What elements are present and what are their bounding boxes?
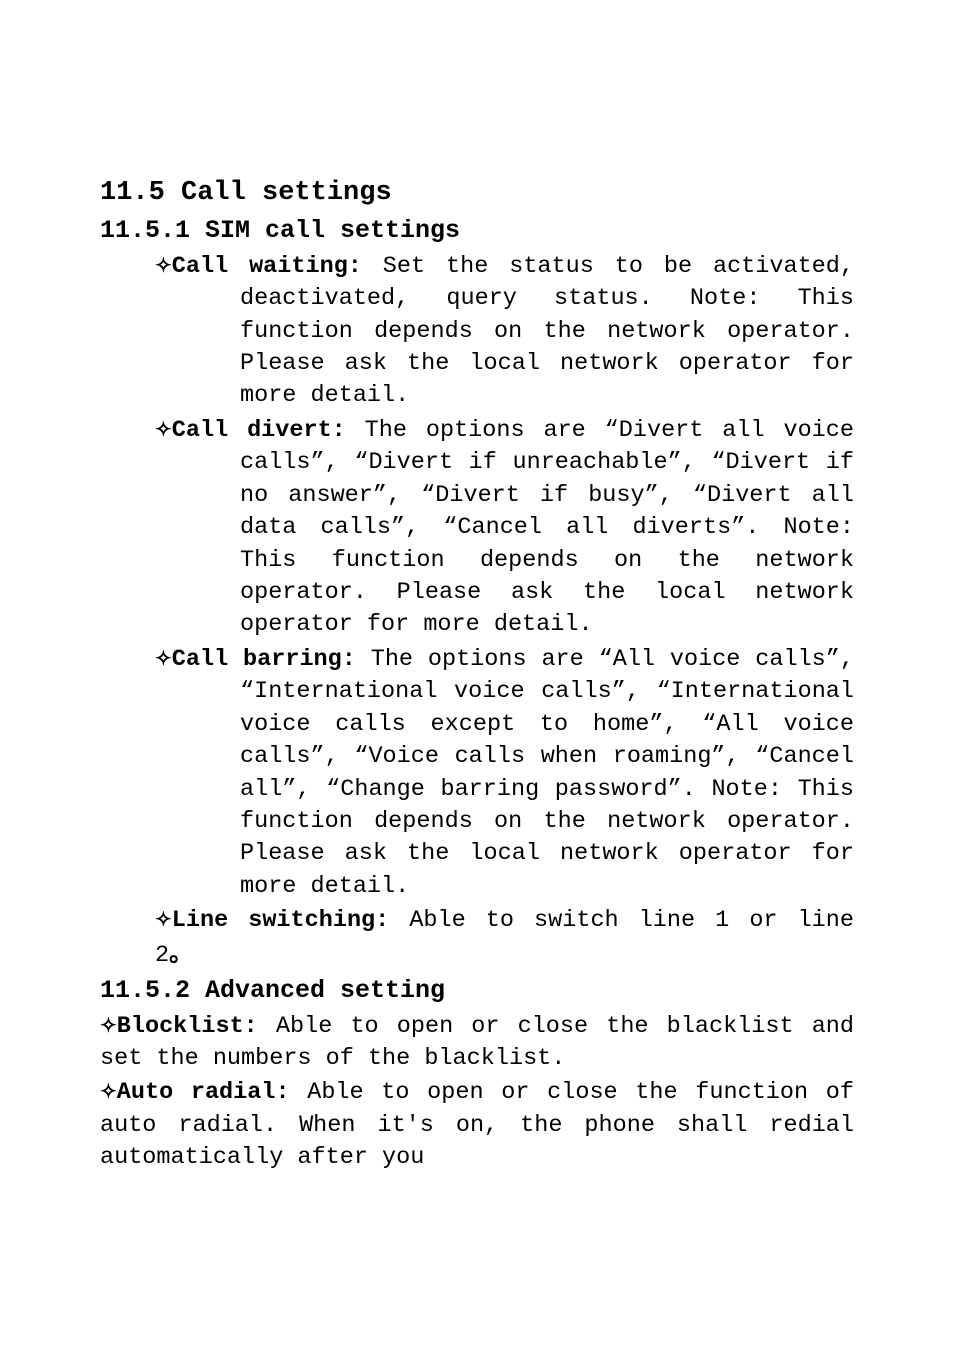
item-line-switching: ✧Line switching: Able to switch line 1 o… bbox=[100, 905, 854, 972]
sep: , bbox=[296, 776, 326, 803]
item-auto-radial: ✧Auto radial: Able to open or close the … bbox=[100, 1077, 854, 1174]
opt-bar-all-voice: “All voice calls” bbox=[599, 646, 840, 673]
text-call-divert-pre: The options are bbox=[346, 417, 605, 444]
item-call-divert: ✧Call divert: The options are “Divert al… bbox=[100, 415, 854, 642]
heading-sim-call-settings: 11.5.1 SIM call settings bbox=[100, 214, 854, 249]
opt-cancel-diverts: “Cancel all diverts” bbox=[443, 514, 745, 541]
fullwidth-period: 。 bbox=[169, 941, 193, 967]
sep: , bbox=[840, 646, 854, 673]
label-blocklist: Blocklist: bbox=[117, 1013, 258, 1040]
label-call-divert: Call divert: bbox=[172, 417, 346, 444]
item-call-waiting: ✧Call waiting: Set the status to be acti… bbox=[100, 251, 854, 413]
label-line-switching: Line switching: bbox=[172, 907, 390, 934]
sep: , bbox=[659, 482, 693, 509]
diamond-icon: ✧ bbox=[100, 1015, 117, 1037]
document-page: 11.5 Call settings 11.5.1 SIM call setti… bbox=[0, 0, 954, 1356]
sep: , bbox=[626, 678, 657, 705]
text-call-barring-pre: The options are bbox=[356, 646, 599, 673]
sep: , bbox=[405, 514, 443, 541]
diamond-icon: ✧ bbox=[155, 909, 172, 931]
opt-bar-roaming: “Voice calls when roaming” bbox=[354, 743, 725, 770]
heading-advanced-setting: 11.5.2 Advanced setting bbox=[100, 974, 854, 1009]
diamond-icon: ✧ bbox=[155, 648, 172, 670]
diamond-icon: ✧ bbox=[100, 1081, 117, 1103]
label-call-barring: Call barring: bbox=[172, 646, 356, 673]
item-blocklist: ✧Blocklist: Able to open or close the bl… bbox=[100, 1011, 854, 1076]
opt-bar-intl-voice: “International voice calls” bbox=[240, 678, 626, 705]
opt-divert-busy: “Divert if busy” bbox=[421, 482, 659, 509]
sep: , bbox=[726, 743, 756, 770]
label-auto-radial: Auto radial: bbox=[117, 1079, 290, 1106]
sep: , bbox=[325, 449, 355, 476]
sep: , bbox=[387, 482, 421, 509]
opt-bar-change-pw: “Change barring password” bbox=[326, 776, 682, 803]
diamond-icon: ✧ bbox=[155, 419, 172, 441]
diamond-icon: ✧ bbox=[155, 255, 172, 277]
item-call-barring: ✧Call barring: The options are “All voic… bbox=[100, 644, 854, 903]
sep: , bbox=[325, 743, 355, 770]
sep: , bbox=[663, 711, 702, 738]
label-call-waiting: Call waiting: bbox=[172, 253, 362, 280]
sep: , bbox=[682, 449, 712, 476]
opt-divert-unreachable: “Divert if unreachable” bbox=[354, 449, 681, 476]
heading-call-settings: 11.5 Call settings bbox=[100, 175, 854, 212]
